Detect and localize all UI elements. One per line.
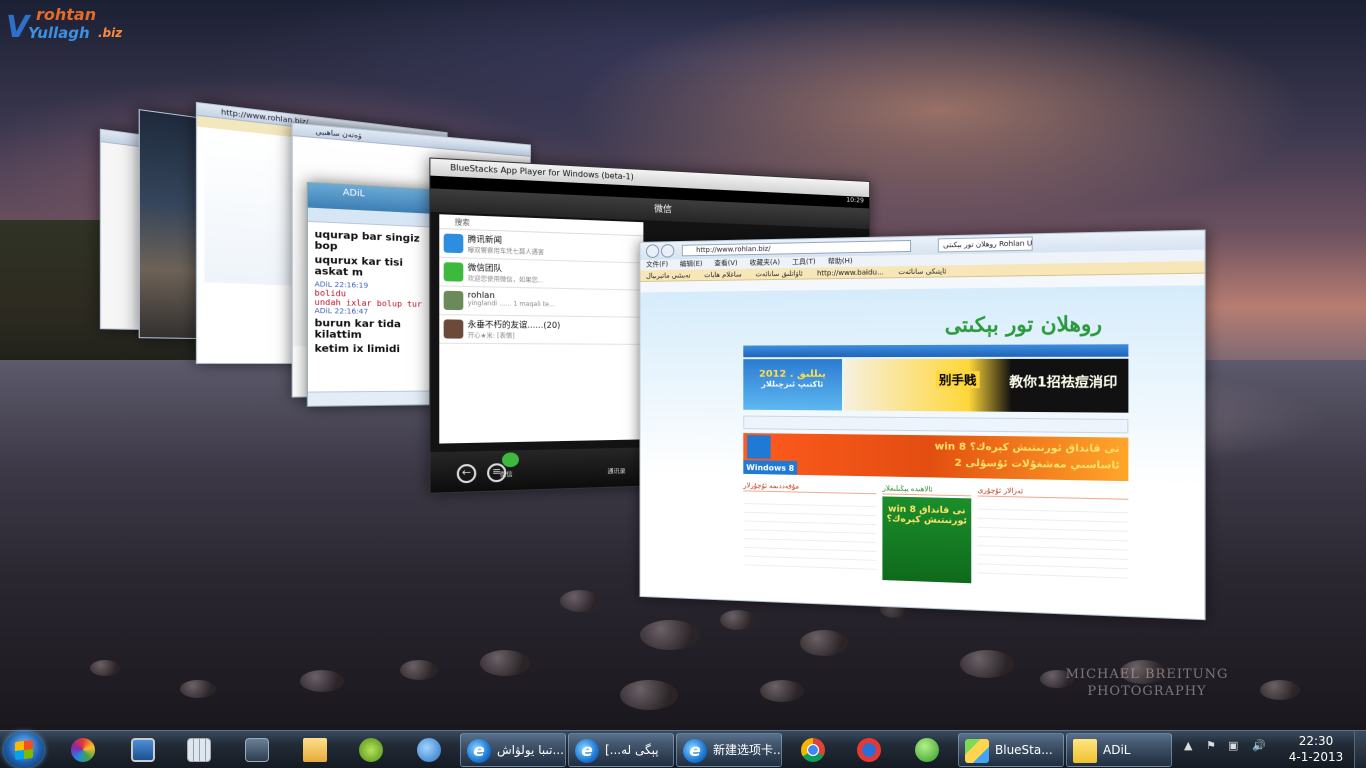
taskbar-pin-chrome[interactable] (790, 734, 836, 766)
web-page-content: روھلان تور بېكىتى 2012 . يىللىق ئاكتىپ ئ… (640, 285, 1204, 620)
taskbar-pin-refresh[interactable] (904, 734, 950, 766)
menu-item[interactable]: 工具(T) (792, 258, 816, 266)
section-header: مۇقەددىمە ئۇچۇرلار (743, 482, 876, 495)
show-hidden-icons[interactable]: ▲ (1184, 739, 1192, 752)
android-menu-icon[interactable]: ≡ (487, 463, 506, 482)
notes-icon (1073, 739, 1097, 763)
favorite-link[interactable]: ساغلام ھايات (704, 271, 741, 279)
member-list-right (978, 501, 1129, 587)
ie-icon: e (683, 739, 707, 763)
wechat-chat-item[interactable]: rohlan yinglandi ...... 1 maqali te... (439, 286, 643, 317)
chat-avatar-icon (444, 319, 464, 338)
arrow-circle-icon (417, 738, 441, 762)
network-icon[interactable]: ▣ (1228, 739, 1238, 752)
chat-avatar-icon (444, 234, 464, 254)
window-chat-adil[interactable]: ADiL uqurap bar singiz bop uqurux kar ti… (307, 182, 444, 407)
monitor-icon (131, 738, 155, 762)
folder-icon (303, 738, 327, 762)
taskbar-button-ie-1[interactable]: e تىبا يولۋاش... (460, 733, 566, 767)
ie-icon: e (575, 739, 599, 763)
chrome-icon (801, 738, 825, 762)
chat-messages: uqurap bar singiz bop uqurux kar tisi as… (308, 222, 443, 362)
wechat-chat-list: 搜索 腾讯新闻 曝双警察用车凭七聂人遇害 微信团队 欢迎您使用微信，如果您...… (439, 214, 643, 443)
chat-avatar-icon (444, 291, 464, 310)
favorite-link[interactable]: تەبىئىي ماتېرىيال (646, 272, 691, 280)
chat-input-toolbar[interactable] (308, 390, 443, 405)
forward-icon[interactable] (661, 244, 674, 258)
picasa-icon (71, 738, 95, 762)
ad-banner-2012[interactable]: 2012 . يىللىق ئاكتىپ ئىزچىللار (743, 359, 842, 410)
menu-item[interactable]: 收藏夹(A) (749, 258, 780, 266)
start-button[interactable] (4, 732, 44, 768)
taskbar-button-adil[interactable]: ADiL (1066, 733, 1172, 767)
section-header: ئالاھىدە يېڭىلىقلار (882, 484, 971, 496)
taskbar-pin-remote-desktop[interactable] (120, 734, 166, 766)
site-nav-bar[interactable] (743, 344, 1128, 357)
calculator-icon (187, 738, 211, 762)
android-back-icon[interactable]: ← (457, 464, 477, 484)
wechat-chat-item[interactable]: 永垂不朽的友谊......(20) 开心★米: [表情] (439, 315, 643, 345)
taskbar: e تىبا يولۋاش... e [...پېگى لە e 新建选项卡..… (0, 730, 1366, 768)
section-header: ئەزالار ئۇچۇرى (978, 486, 1129, 499)
browser-tab[interactable]: روھلان تور بېكىتى Rohlan Uyg... (938, 236, 1033, 252)
favorite-link[interactable]: http://www.baidu... (817, 268, 884, 277)
refresh-icon (915, 738, 939, 762)
address-bar[interactable]: http://www.rohlan.biz/ (682, 240, 911, 256)
windows-logo-icon (15, 740, 33, 760)
taskbar-pin-calculator[interactable] (176, 734, 222, 766)
ad-banner-acne[interactable]: 别手贱 教你1招祛痘消印 (844, 359, 1128, 413)
win8-banner[interactable]: Windows 8 win 8 نى قانداق ئورنىتىش كېرەك… (743, 433, 1128, 481)
taskbar-button-bluestacks[interactable]: BlueSta... (958, 733, 1064, 767)
wechat-chat-item[interactable]: 微信团队 欢迎您使用微信，如果您... (439, 258, 643, 291)
back-icon[interactable] (646, 244, 659, 258)
window-ie-front[interactable]: http://www.rohlan.biz/ روھلان تور بېكىتى… (639, 230, 1205, 621)
taskbar-pin-media[interactable] (348, 734, 394, 766)
virtual-pc-icon (245, 738, 269, 762)
menu-item[interactable]: 编辑(E) (680, 260, 703, 268)
volume-icon[interactable]: 🔊 (1252, 739, 1266, 752)
favorite-link[interactable]: ئاپتىكى سانائەت (898, 267, 946, 276)
site-name[interactable]: روھلان تور بېكىتى (945, 311, 1102, 337)
action-center-icon[interactable]: ⚑ (1206, 739, 1216, 752)
windows-logo-icon (747, 435, 770, 459)
ie-icon: e (467, 739, 491, 763)
taskbar-clock[interactable]: 22:30 4-1-2013 (1286, 733, 1346, 765)
taskbar-button-ie-3[interactable]: e 新建选项卡... (676, 733, 782, 767)
green-ad-banner[interactable]: win 8 نى قانداق ئورنىتىش كېرەك؟ (882, 496, 971, 583)
taskbar-button-ie-2[interactable]: e [...پېگى لە (568, 733, 674, 767)
taskbar-pin-media-player[interactable] (846, 734, 892, 766)
show-desktop-button[interactable] (1354, 731, 1366, 768)
taskbar-pin-virtual-pc[interactable] (234, 734, 280, 766)
menu-item[interactable]: 帮助(H) (828, 257, 853, 265)
taskbar-pin-explorer[interactable] (292, 734, 338, 766)
play-icon (857, 738, 881, 762)
music-icon (359, 738, 383, 762)
taskbar-pin-picasa[interactable] (60, 734, 106, 766)
taskbar-pin-arrow[interactable] (406, 734, 452, 766)
menu-item[interactable]: 文件(F) (646, 260, 668, 268)
news-list-left (743, 495, 876, 578)
chat-avatar-icon (444, 262, 464, 282)
bluestacks-icon (965, 739, 989, 763)
favorite-link[interactable]: ئاۋاتلىق سانائەت (755, 270, 802, 279)
flip3d-window-stack: http://www.rohlan.biz/ ۋەتەن ساھىبى ADiL… (0, 0, 1366, 730)
menu-item[interactable]: 查看(V) (714, 259, 737, 267)
site-search-bar[interactable] (743, 416, 1128, 434)
